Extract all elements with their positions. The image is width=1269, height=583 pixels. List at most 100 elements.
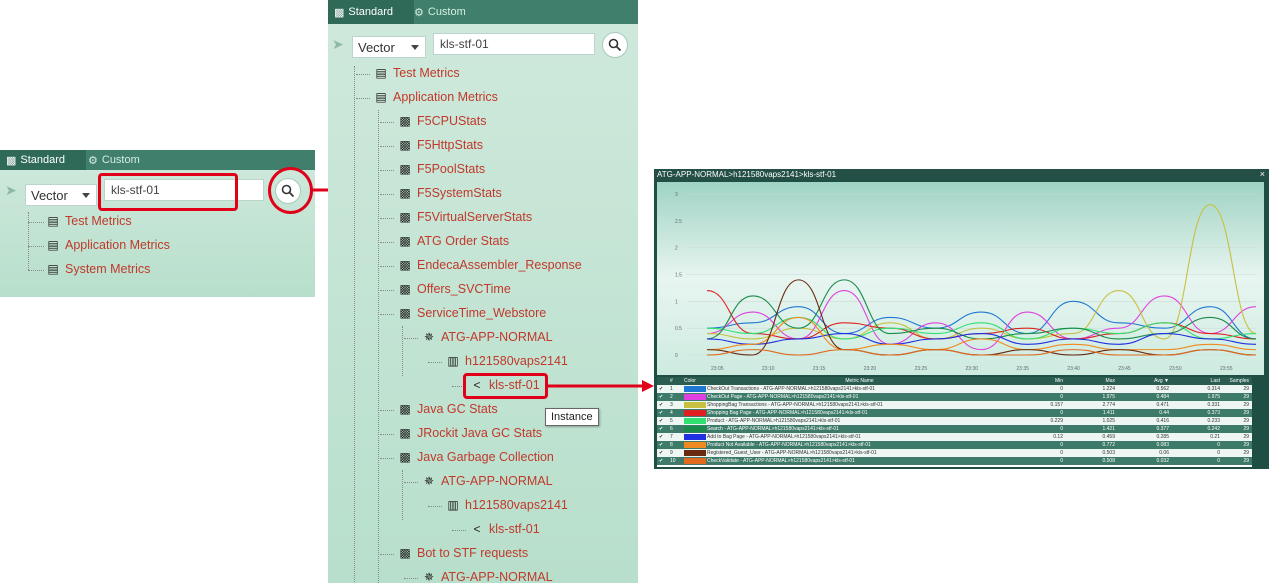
table-cell: CheckOut Page - ATG-APP-NORMAL>h121580va… [707,394,859,400]
table-header-row: # Color Metric Name Min Max Avg ▼ Last Samples [657,377,1252,385]
table-cell: 29 [1243,426,1249,432]
tab-custom[interactable]: ⚙ Custom [408,0,490,24]
column-header[interactable]: Max [1067,377,1115,385]
share-icon: < [473,522,481,536]
tree-item[interactable]: ▩ Offers_SVCTime [398,282,511,296]
table-row[interactable]: ✔ 2 CheckOut Page - ATG-APP-NORMAL>h121580… [657,393,1252,401]
table-cell: 0.459 [1102,434,1115,440]
table-cell: CheckOut Transactions - ATG-APP-NORMAL>h… [707,386,876,392]
tree-connector [402,470,403,520]
table-row[interactable]: ✔ 7 Add to Bag Page - ATG-APP-NORMAL>h1215… [657,433,1252,441]
tree-item[interactable]: < kls-stf-01 [470,522,539,536]
table-row[interactable]: ✔ 3 ShoppingBag Transactions - ATG-APP-NOR… [657,401,1252,409]
tree-item[interactable]: ▩ F5CPUStats [398,114,486,128]
tree-item[interactable]: ▩ Java GC Stats [398,402,497,416]
select-value: Vector [358,39,395,55]
column-header[interactable]: Last [1172,377,1220,385]
tree-item[interactable]: ▩ F5PoolStats [398,162,485,176]
tree-item[interactable]: ✵ ATG-APP-NORMAL [422,474,553,488]
column-header[interactable]: Color [684,377,706,385]
table-cell: 0.242 [1207,426,1220,432]
table-row[interactable]: ✔ 10 CheckValidate - ATG-APP-NORMAL>h12158… [657,457,1252,465]
group-icon: ▩ [399,186,411,200]
tree-item[interactable]: ▩ F5VirtualServerStats [398,210,532,224]
table-row[interactable]: ✔ 6 Search - ATG-APP-NORMAL>h121580vaps214… [657,425,1252,433]
tab-custom[interactable]: ⚙ Custom [82,150,164,170]
line-chart: 0 0.5 1 1.5 2 2.5 3 23:05 23:10 23:15 23:20 23:25 23… [657,182,1264,375]
tree-item[interactable]: ▩ ATG Order Stats [398,234,509,248]
tree-item[interactable]: ▤ Test Metrics [374,66,459,80]
table-row[interactable]: ✔ 4 Shopping Bag Page - ATG-APP-NORMAL>h12… [657,409,1252,417]
tab-standard[interactable]: ▩ Standard [328,0,414,24]
group-icon: ▩ [399,546,411,560]
check-icon: ✔ [659,402,664,408]
y-tick-label: 0 [675,353,678,359]
bar-chart-icon: ▩ [6,154,17,167]
table-cell: 29 [1243,434,1249,440]
tree-item[interactable]: ▩ Bot to STF requests [398,546,528,560]
tree-item-label: Offers_SVCTime [417,282,511,296]
table-cell: Product - ATG-APP-NORMAL>h121580vaps2141… [707,418,841,424]
group-icon: ▩ [399,234,411,248]
series-color-swatch [684,450,706,456]
table-row[interactable]: ✔ 9 Registered_Guest_User - ATG-APP-NORMAL… [657,449,1252,457]
type-select[interactable]: Vector [25,184,97,206]
table-cell: 0.562 [1156,386,1169,392]
tree-item[interactable]: ▤ Test Metrics [46,214,131,228]
tier-icon: ✵ [423,474,435,488]
x-tick-label: 23:20 [864,366,877,372]
column-header[interactable]: # [670,377,680,385]
table-cell: 0 [1060,386,1063,392]
tree-connector [452,530,466,531]
column-header[interactable]: Samples [1223,377,1249,385]
tree-item[interactable]: ▤ System Metrics [46,262,150,276]
search-input[interactable]: kls-stf-01 [433,33,595,55]
table-cell: 3 [670,402,673,408]
column-header[interactable]: Min [1015,377,1063,385]
series-color-swatch [684,418,706,424]
tree-item[interactable]: ✵ ATG-APP-NORMAL [422,570,553,583]
tree-connector [380,146,394,147]
table-row[interactable]: ✔ 5 Product - ATG-APP-NORMAL>h121580vaps21… [657,417,1252,425]
tooltip: Instance [545,408,599,426]
tree-connector [380,266,394,267]
x-tick-label: 23:25 [915,366,928,372]
tree-item[interactable]: ▩ F5SystemStats [398,186,501,200]
tree-item-label: h121580vaps2141 [465,498,568,512]
table-cell: 0.083 [1156,442,1169,448]
server-icon: ▥ [447,498,459,512]
tree-item[interactable]: ▥ h121580vaps2141 [446,354,568,368]
tree-item[interactable]: ▩ ServiceTime_Webstore [398,306,546,320]
tree-item[interactable]: ▩ EndecaAssembler_Response [398,258,581,272]
tree-item[interactable]: ✵ ATG-APP-NORMAL [422,330,553,344]
server-icon: ▥ [447,354,459,368]
table-row[interactable]: ✔ 1 CheckOut Transactions - ATG-APP-NORMAL… [657,385,1252,393]
tree-item-label: Java Garbage Collection [417,450,554,464]
arrow-right-icon: ➤ [332,36,344,52]
tab-bar: ▩ Standard ⚙ Custom [0,150,315,170]
table-cell: 0.157 [1050,402,1063,408]
tree-item[interactable]: ▤ Application Metrics [374,90,498,104]
series-color-swatch [684,426,706,432]
tree-item[interactable]: ▩ JRockit Java GC Stats [398,426,542,440]
table-row[interactable]: ✔ 8 Product Not Available - ATG-APP-NORMAL… [657,441,1252,449]
tab-label: Standard [20,154,66,166]
x-tick-label: 23:10 [762,366,775,372]
search-button[interactable] [602,32,628,58]
column-header[interactable]: Avg ▼ [1119,377,1169,385]
group-icon: ▩ [399,138,411,152]
table-cell: 0.314 [1207,386,1220,392]
column-header[interactable]: Metric Name [707,377,1012,385]
tree-item[interactable]: ▩ F5HttpStats [398,138,483,152]
tree-item[interactable]: ▩ Java Garbage Collection [398,450,554,464]
type-select[interactable]: Vector [352,36,426,58]
tree-item[interactable]: ▤ Application Metrics [46,238,170,252]
tab-label: Standard [348,6,394,18]
plot-background [657,182,1264,375]
tree-connector [380,242,394,243]
table-cell: 29 [1243,410,1249,416]
tab-standard[interactable]: ▩ Standard [0,150,86,170]
tree-connector [428,506,442,507]
close-icon[interactable]: × [1260,169,1265,180]
tree-item[interactable]: ▥ h121580vaps2141 [446,498,568,512]
